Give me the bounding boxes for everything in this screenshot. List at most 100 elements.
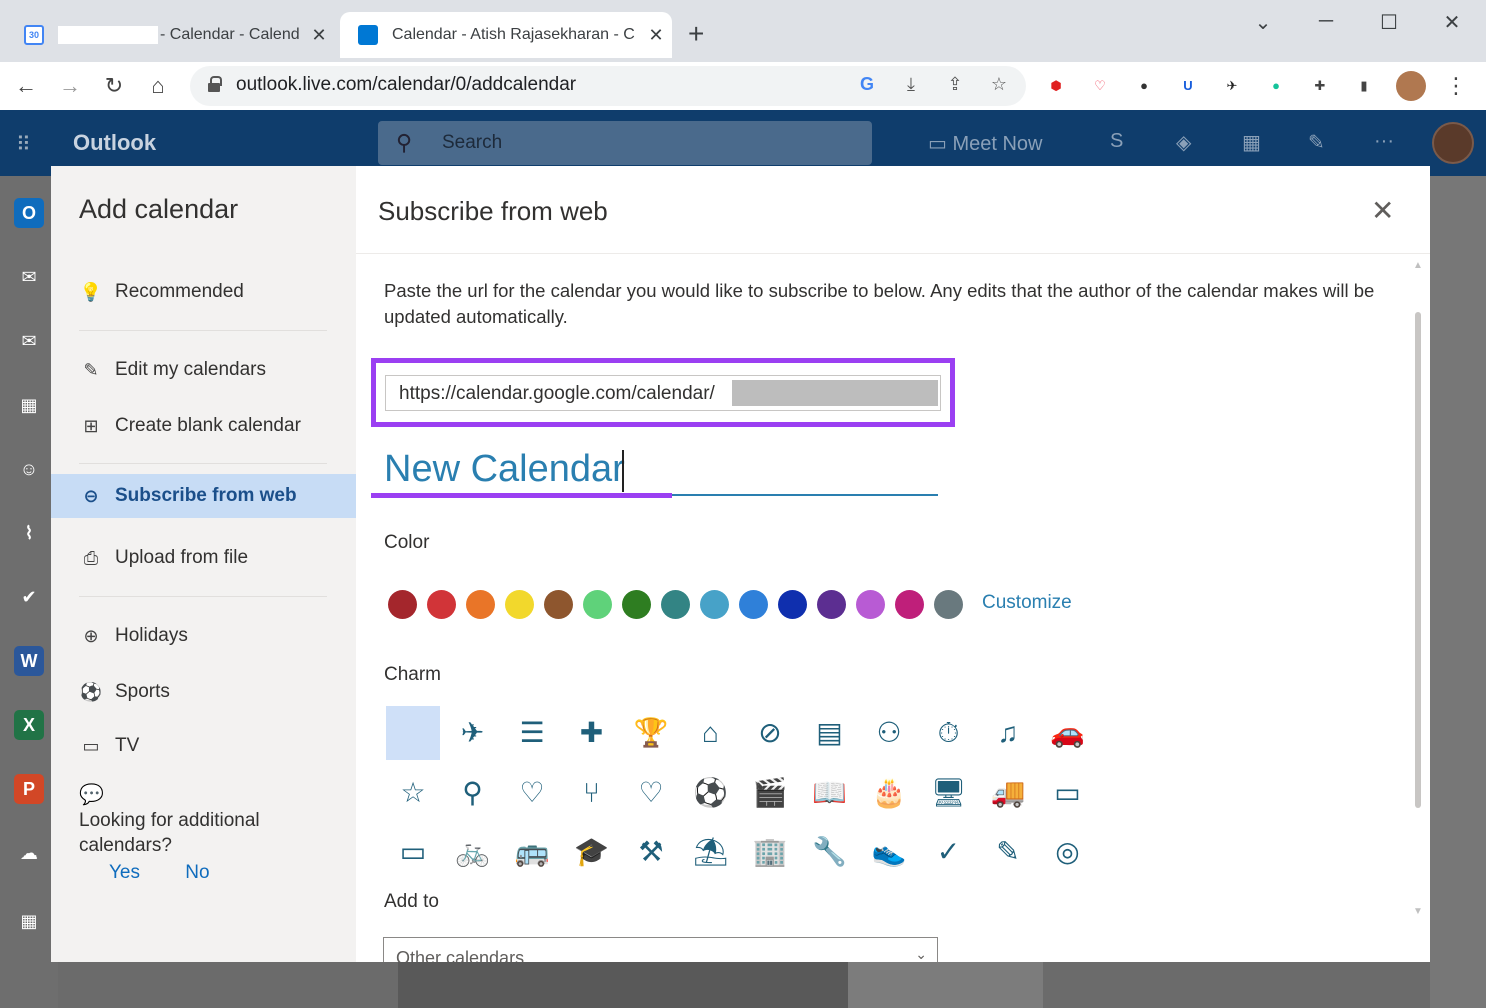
charm-option-icon[interactable]: ⚲ (446, 766, 500, 820)
color-swatch[interactable] (661, 590, 690, 619)
charm-option-icon[interactable]: 🚌 (505, 825, 559, 879)
charm-option-icon[interactable]: ♡ (624, 766, 678, 820)
menu-item-holidays[interactable]: ⊕ Holidays (51, 614, 356, 658)
menu-item-edit-my-calendars[interactable]: ✎ Edit my calendars (51, 348, 356, 392)
customize-color-link[interactable]: Customize (982, 592, 1072, 614)
whats-new-icon[interactable]: ✎ (1308, 130, 1325, 155)
app-brand[interactable]: Outlook (73, 130, 156, 156)
tab-search-icon[interactable]: ⌄ (1243, 10, 1283, 35)
color-swatch[interactable] (622, 590, 651, 619)
color-swatch[interactable] (778, 590, 807, 619)
color-swatch[interactable] (934, 590, 963, 619)
close-icon[interactable]: ✕ (1371, 194, 1394, 227)
window-close-icon[interactable]: ✕ (1432, 10, 1472, 35)
sidepanel-icon[interactable]: ▮ (1352, 74, 1376, 98)
charm-option-icon[interactable]: 🏢 (743, 825, 797, 879)
apps-icon[interactable]: ▦ (14, 906, 44, 936)
color-swatch[interactable] (427, 590, 456, 619)
menu-item-create-blank-calendar[interactable]: ⊞ Create blank calendar (51, 404, 356, 448)
charm-option-icon[interactable]: ✎ (981, 825, 1035, 879)
charm-option-icon[interactable]: 🖥 (922, 766, 976, 820)
menu-item-subscribe-from-web[interactable]: ⊖ Subscribe from web (51, 474, 356, 518)
chrome-menu-icon[interactable]: ⋮ (1440, 70, 1472, 102)
scrollbar-thumb[interactable] (1415, 312, 1421, 808)
menu-item-recommended[interactable]: 💡 Recommended (51, 270, 356, 314)
charm-option-icon[interactable]: 🚗 (1041, 706, 1095, 760)
search-box[interactable]: ⚲ Search (378, 121, 872, 165)
charm-option-icon[interactable]: ✚ (565, 706, 619, 760)
outlook-logo-icon[interactable]: O (14, 198, 44, 228)
ublock-icon[interactable]: ⬢ (1044, 74, 1068, 98)
word-icon[interactable]: W (14, 646, 44, 676)
charm-option-icon[interactable]: ⑂ (565, 766, 619, 820)
charm-option-icon[interactable]: ⏱ (922, 706, 976, 760)
app-launcher-icon[interactable]: ⠿ (16, 132, 40, 156)
charm-option-icon[interactable]: 🎂 (862, 766, 916, 820)
puzzle-icon[interactable]: ✚ (1308, 74, 1332, 98)
color-swatch[interactable] (700, 590, 729, 619)
premium-icon[interactable]: ◈ (1176, 130, 1191, 155)
charm-option-icon[interactable]: ▤ (803, 706, 857, 760)
install-app-icon[interactable]: ⤓ (898, 74, 924, 95)
charm-option-icon[interactable]: 👟 (862, 825, 916, 879)
menu-item-sports[interactable]: ⚽ Sports (51, 670, 356, 714)
url-text[interactable]: outlook.live.com/calendar/0/addcalendar (236, 74, 576, 96)
color-swatch[interactable] (505, 590, 534, 619)
browser-tab-google-calendar[interactable]: 30 - Calendar - Calend ✕ (10, 12, 335, 58)
pocket-icon[interactable]: ♡ (1088, 74, 1112, 98)
meet-now-button[interactable]: ▭ Meet Now (928, 131, 1042, 156)
maximize-icon[interactable]: ☐ (1369, 10, 1409, 35)
color-swatch[interactable] (583, 590, 612, 619)
calendar-icon[interactable]: ▦ (14, 390, 44, 420)
color-swatch[interactable] (895, 590, 924, 619)
tab-close-icon[interactable]: ✕ (303, 25, 335, 46)
onedrive-icon[interactable]: ☁ (14, 838, 44, 868)
new-mail-icon[interactable]: ✉ (14, 262, 44, 292)
charm-option-icon[interactable]: ▭ (1041, 766, 1095, 820)
tab-close-icon[interactable]: ✕ (640, 25, 672, 46)
charm-option-icon[interactable]: ✈ (446, 706, 500, 760)
reload-icon[interactable]: ↻ (98, 70, 130, 102)
menu-item-tv[interactable]: ▭ TV (51, 724, 356, 768)
charm-option-icon[interactable]: ⛱ (684, 825, 738, 879)
excel-icon[interactable]: X (14, 710, 44, 740)
google-lens-icon[interactable]: G (854, 74, 880, 95)
bookmark-star-icon[interactable]: ☆ (986, 74, 1012, 95)
color-swatch[interactable] (388, 590, 417, 619)
scroll-down-icon[interactable]: ▼ (1413, 906, 1423, 917)
charm-option-icon[interactable]: ⚽ (684, 766, 738, 820)
avatar[interactable] (1432, 122, 1474, 164)
calendar-url-input[interactable]: https://calendar.google.com/calendar/ (385, 375, 941, 411)
scroll-up-icon[interactable]: ▲ (1413, 260, 1423, 271)
charm-option-icon[interactable] (386, 706, 440, 760)
charm-option-icon[interactable]: 📖 (803, 766, 857, 820)
lock-icon[interactable] (208, 76, 222, 92)
home-icon[interactable]: ⌂ (142, 70, 174, 102)
charm-option-icon[interactable]: 🔧 (803, 825, 857, 879)
charm-option-icon[interactable]: ⌂ (684, 706, 738, 760)
charm-option-icon[interactable]: ⚒ (624, 825, 678, 879)
powerpoint-icon[interactable]: P (14, 774, 44, 804)
scrollbar[interactable]: ▲ ▼ (1411, 254, 1425, 962)
color-swatch[interactable] (856, 590, 885, 619)
address-bar[interactable]: outlook.live.com/calendar/0/addcalendar … (190, 66, 1026, 106)
charm-option-icon[interactable]: ♡ (505, 766, 559, 820)
charm-option-icon[interactable]: 🏆 (624, 706, 678, 760)
minimize-icon[interactable]: ─ (1306, 10, 1346, 33)
charm-option-icon[interactable]: 🎓 (565, 825, 619, 879)
office-icon[interactable]: ▦ (1242, 130, 1261, 155)
people-icon[interactable]: ☺ (14, 454, 44, 484)
spy-icon[interactable]: ● (1132, 74, 1156, 98)
color-swatch[interactable] (544, 590, 573, 619)
profile-avatar[interactable] (1396, 71, 1426, 101)
charm-option-icon[interactable]: ☰ (505, 706, 559, 760)
charm-option-icon[interactable]: ⊘ (743, 706, 797, 760)
add-to-dropdown[interactable]: Other calendars ⌄ (383, 937, 938, 962)
bitwarden-icon[interactable]: U (1176, 74, 1200, 98)
new-tab-icon[interactable]: + (688, 18, 704, 50)
color-swatch[interactable] (466, 590, 495, 619)
mail-icon[interactable]: ✉ (14, 326, 44, 356)
charm-option-icon[interactable]: ◎ (1041, 825, 1095, 879)
charm-option-icon[interactable]: ☆ (386, 766, 440, 820)
calendar-name-input[interactable]: New Calendar (384, 448, 625, 491)
